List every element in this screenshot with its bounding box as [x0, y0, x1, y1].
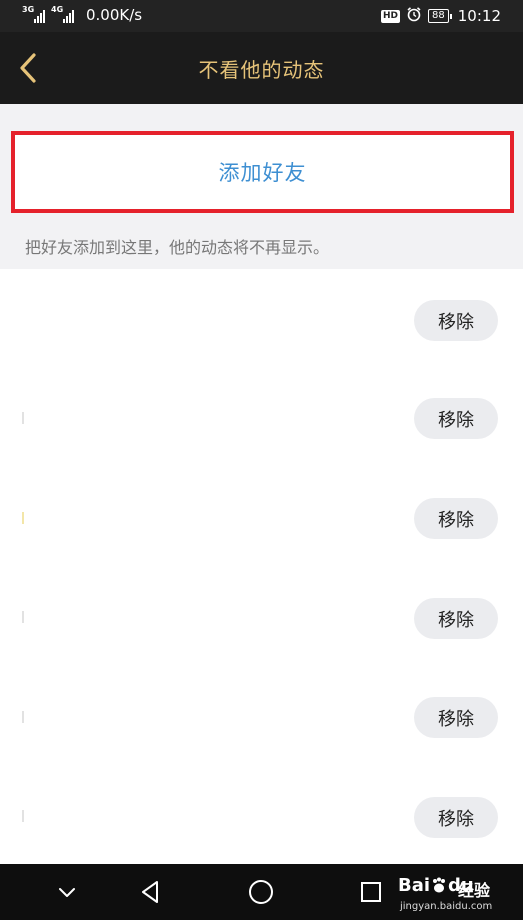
watermark-url: jingyan.baidu.com [400, 901, 493, 912]
list-item: 移除 [0, 269, 523, 368]
nav-home-button[interactable] [243, 874, 279, 910]
watermark-product: 经验 [458, 881, 491, 900]
row-marker [22, 711, 24, 723]
clock: 10:12 [457, 7, 501, 25]
row-marker [22, 611, 24, 623]
remove-button[interactable]: 移除 [414, 398, 498, 439]
list-item: 移除 [0, 566, 523, 665]
list-item: 移除 [0, 368, 523, 467]
row-marker [22, 810, 24, 822]
remove-button[interactable]: 移除 [414, 598, 498, 639]
square-recent-icon [361, 882, 381, 902]
nav-back-button[interactable] [132, 874, 168, 910]
battery-level: 88 [428, 9, 449, 23]
network-type-label: 4G [51, 5, 64, 14]
signal-4g-icon: 4G [51, 5, 74, 23]
network-type-label: 3G [22, 5, 35, 14]
remove-button[interactable]: 移除 [414, 697, 498, 738]
network-speed: 0.00K/s [86, 6, 143, 24]
add-friend-highlight: 添加好友 [11, 131, 514, 213]
battery-icon: 88 [428, 9, 452, 23]
nav-recent-button[interactable] [353, 874, 389, 910]
nav-header: 不看他的动态 [0, 32, 523, 104]
list-item: 移除 [0, 764, 523, 863]
chevron-down-icon [59, 888, 75, 897]
status-right: HD 88 10:12 [381, 6, 501, 26]
add-friend-button[interactable]: 添加好友 [15, 135, 510, 209]
page-title: 不看他的动态 [198, 58, 325, 82]
list-item: 移除 [0, 665, 523, 764]
row-marker [22, 512, 24, 524]
nav-collapse-button[interactable] [49, 874, 85, 910]
triangle-back-icon [142, 881, 158, 903]
remove-button[interactable]: 移除 [414, 300, 498, 341]
status-bar: 3G 4G 0.00K/s HD 88 10:12 [0, 0, 523, 32]
hint-text: 把好友添加到这里，他的动态将不再显示。 [25, 238, 330, 257]
blocked-friends-list: 移除 移除 移除 移除 移除 移除 [0, 269, 523, 864]
baidu-jingyan-watermark: Bai du 经验 jingyan.baidu.com [398, 871, 518, 917]
circle-home-icon [249, 880, 273, 904]
list-item: 移除 [0, 467, 523, 566]
remove-button[interactable]: 移除 [414, 797, 498, 838]
alarm-icon [406, 6, 422, 26]
signal-3g-icon: 3G [22, 5, 45, 23]
hd-icon: HD [381, 9, 401, 23]
paw-icon [433, 877, 446, 893]
row-marker [22, 412, 24, 424]
status-left: 3G 4G 0.00K/s [22, 5, 143, 24]
remove-button[interactable]: 移除 [414, 498, 498, 539]
